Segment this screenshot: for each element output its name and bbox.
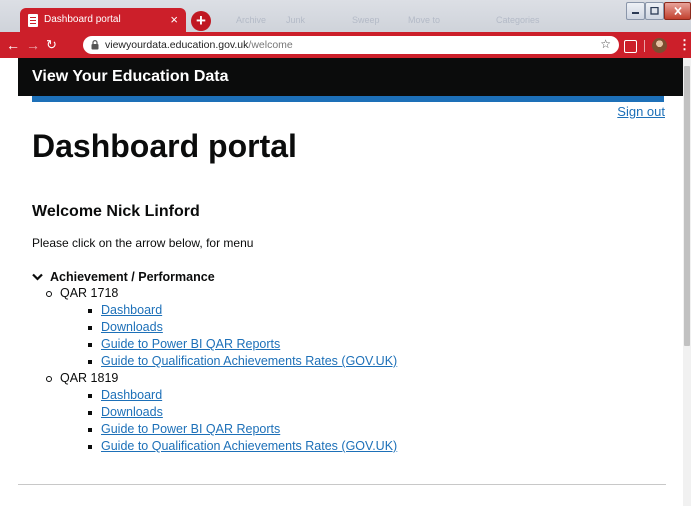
- power-bi-guide-link-1718[interactable]: Guide to Power BI QAR Reports: [101, 337, 280, 351]
- browser-tab-dashboard-portal[interactable]: Dashboard portal ×: [20, 8, 186, 34]
- close-window-icon: [673, 7, 682, 15]
- address-bar[interactable]: viewyourdata.education.gov.uk/welcome ☆: [83, 36, 619, 54]
- list-item: Dashboard: [88, 302, 397, 319]
- qar-guide-govuk-link-1718[interactable]: Guide to Qualification Achievements Rate…: [101, 354, 397, 368]
- new-tab-button[interactable]: +: [191, 11, 211, 31]
- list-item: Downloads: [88, 319, 397, 336]
- close-window-button[interactable]: [664, 2, 691, 20]
- qar-group-1718: QAR 1718 Dashboard Downloads Guide to Po…: [46, 285, 397, 370]
- qar-label: QAR 1819: [46, 370, 397, 387]
- profile-avatar[interactable]: [652, 38, 667, 53]
- downloads-link-1819[interactable]: Downloads: [101, 405, 163, 419]
- bookmark-ghost-archive: Archive: [236, 15, 267, 25]
- footer-divider: [18, 484, 666, 485]
- qar-list: QAR 1718 Dashboard Downloads Guide to Po…: [32, 285, 397, 455]
- vertical-scrollbar[interactable]: [683, 58, 691, 506]
- minimize-icon: [632, 12, 639, 14]
- url-path: /welcome: [248, 39, 293, 51]
- instructions-text: Please click on the arrow below, for men…: [32, 236, 254, 250]
- url-text: viewyourdata.education.gov.uk/welcome: [105, 39, 293, 51]
- list-item: Dashboard: [88, 387, 397, 404]
- tab-strip: Dashboard portal × + Archive Junk Sweep …: [0, 0, 691, 34]
- header-blue-bar: [32, 96, 664, 102]
- forward-arrow-icon[interactable]: →: [26, 37, 40, 53]
- toolbar-divider: [644, 40, 645, 52]
- list-item: Downloads: [88, 404, 397, 421]
- maximize-button[interactable]: [645, 2, 664, 20]
- service-name[interactable]: View Your Education Data: [32, 68, 229, 86]
- chevron-down-icon: [32, 273, 43, 281]
- qar-label: QAR 1718: [46, 285, 397, 302]
- list-item: Guide to Qualification Achievements Rate…: [88, 353, 397, 370]
- bookmark-ghost-categories: Categories: [496, 15, 540, 25]
- downloads-link-1718[interactable]: Downloads: [101, 320, 163, 334]
- tab-title: Dashboard portal: [44, 14, 121, 25]
- bookmark-ghost-sweep: Sweep: [352, 15, 380, 25]
- sign-out-link[interactable]: Sign out: [617, 104, 665, 119]
- url-host: viewyourdata.education.gov.uk: [105, 39, 249, 51]
- lock-icon: [91, 40, 99, 50]
- dashboard-link-1819[interactable]: Dashboard: [101, 388, 162, 402]
- bookmark-ghost-junk: Junk: [286, 15, 306, 25]
- power-bi-guide-link-1819[interactable]: Guide to Power BI QAR Reports: [101, 422, 280, 436]
- list-item: Guide to Power BI QAR Reports: [88, 421, 397, 438]
- dashboard-link-1718[interactable]: Dashboard: [101, 303, 162, 317]
- bookmark-ghost-move-to: Move to: [408, 15, 441, 25]
- close-tab-icon[interactable]: ×: [170, 12, 178, 28]
- link-list: Dashboard Downloads Guide to Power BI QA…: [46, 387, 397, 455]
- maximize-icon: [650, 7, 659, 15]
- qar-group-1819: QAR 1819 Dashboard Downloads Guide to Po…: [46, 370, 397, 455]
- service-header: View Your Education Data: [18, 58, 683, 96]
- welcome-heading: Welcome Nick Linford: [32, 203, 200, 220]
- qar-guide-govuk-link-1819[interactable]: Guide to Qualification Achievements Rate…: [101, 439, 397, 453]
- minimize-button[interactable]: [626, 2, 645, 20]
- list-item: Guide to Power BI QAR Reports: [88, 336, 397, 353]
- achievement-performance-toggle[interactable]: Achievement / Performance: [32, 268, 397, 285]
- browser-window: Dashboard portal × + Archive Junk Sweep …: [0, 0, 691, 506]
- link-list: Dashboard Downloads Guide to Power BI QA…: [46, 302, 397, 370]
- scrollbar-thumb[interactable]: [684, 66, 690, 346]
- back-arrow-icon[interactable]: ←: [6, 37, 20, 53]
- list-item: Guide to Qualification Achievements Rate…: [88, 438, 397, 455]
- bookmark-star-icon[interactable]: ☆: [600, 37, 611, 51]
- section-label: Achievement / Performance: [50, 269, 215, 284]
- navigation-menu: Achievement / Performance QAR 1718 Dashb…: [32, 268, 397, 455]
- reload-icon[interactable]: ↻: [46, 37, 57, 53]
- page-viewport: View Your Education Data Sign out Dashbo…: [0, 58, 683, 506]
- extension-icon[interactable]: [624, 40, 637, 53]
- browser-toolbar: ← → ↻ viewyourdata.education.gov.uk/welc…: [0, 32, 691, 58]
- page-title: Dashboard portal: [32, 128, 297, 164]
- document-icon: [28, 14, 38, 27]
- menu-kebab-icon[interactable]: ⋮: [678, 37, 691, 53]
